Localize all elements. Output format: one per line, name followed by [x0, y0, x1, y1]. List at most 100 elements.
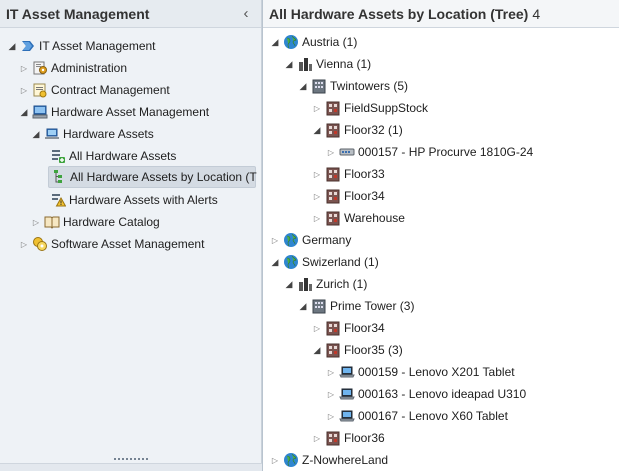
navigation-panel-header: IT Asset Management: [0, 0, 261, 28]
nav-item-hardware-asset-management[interactable]: ◢ Hardware Asset Management: [18, 101, 210, 123]
tree-node-label: 000163 - Lenovo ideapad U310: [358, 387, 527, 401]
tree-node-asset-000157[interactable]: ▷ 000157 - HP Procurve 1810G-24: [325, 141, 533, 163]
nav-item-all-hardware-assets[interactable]: All Hardware Assets: [50, 145, 176, 167]
navigation-panel-title: IT Asset Management: [6, 5, 150, 22]
tree-node-twintowers[interactable]: ◢ Twintowers (5): [297, 75, 408, 97]
room-icon: [325, 430, 341, 446]
tree-node-label: 000159 - Lenovo X201 Tablet: [358, 365, 515, 379]
nav-item-it-asset-management[interactable]: ◢ IT Asset Management: [6, 35, 156, 57]
collapsed-arrow-icon[interactable]: ▷: [311, 322, 323, 334]
expanded-arrow-icon[interactable]: ◢: [6, 40, 18, 52]
tree-node-floor36[interactable]: ▷ Floor36: [311, 427, 385, 449]
tree-node-label: Twintowers (5): [330, 79, 409, 93]
catalog-book-icon: [44, 214, 60, 230]
tree-node-austria[interactable]: ◢ Austria (1): [269, 31, 357, 53]
tree-node-germany[interactable]: ▷ Germany: [269, 229, 351, 251]
tree-node-label: Warehouse: [344, 211, 405, 225]
tree-node-asset-000167[interactable]: ▷ 000167 - Lenovo X60 Tablet: [325, 405, 508, 427]
room-icon: [325, 320, 341, 336]
tree-node-label: Floor33: [344, 167, 385, 181]
location-tree-title: All Hardware Assets by Location (Tree): [269, 5, 529, 22]
nav-item-hardware-assets-with-alerts[interactable]: Hardware Assets with Alerts: [50, 189, 218, 211]
tree-node-label: 000167 - Lenovo X60 Tablet: [358, 409, 508, 423]
collapsed-arrow-icon[interactable]: ▷: [18, 84, 30, 96]
laptop-icon: [339, 386, 355, 402]
expanded-arrow-icon[interactable]: ◢: [311, 124, 323, 136]
nav-item-label: Contract Management: [51, 83, 170, 97]
collapsed-arrow-icon[interactable]: ▷: [311, 102, 323, 114]
expanded-arrow-icon[interactable]: ◢: [311, 344, 323, 356]
collapsed-arrow-icon[interactable]: ▷: [18, 238, 30, 250]
tree-node-label: Floor34: [344, 189, 385, 203]
nav-item-label: Hardware Assets with Alerts: [69, 193, 218, 207]
tree-location-icon: [51, 169, 67, 185]
nav-item-hardware-assets[interactable]: ◢ Hardware Assets: [30, 123, 154, 145]
tree-node-label: Floor36: [344, 431, 385, 445]
building-icon: [311, 298, 327, 314]
collapsed-arrow-icon[interactable]: ▷: [311, 212, 323, 224]
tree-node-prime-tower[interactable]: ◢ Prime Tower (3): [297, 295, 414, 317]
tree-node-label: Swizerland (1): [302, 255, 379, 269]
collapsed-arrow-icon[interactable]: ▷: [30, 216, 42, 228]
hardware-assets-icon: [44, 126, 60, 142]
tree-node-vienna[interactable]: ◢ Vienna (1): [283, 53, 371, 75]
tree-node-floor34-prime[interactable]: ▷ Floor34: [311, 317, 385, 339]
collapsed-arrow-icon[interactable]: ▷: [18, 62, 30, 74]
nav-item-hardware-catalog[interactable]: ▷ Hardware Catalog: [30, 211, 160, 233]
tree-node-warehouse[interactable]: ▷ Warehouse: [311, 207, 405, 229]
collapsed-arrow-icon[interactable]: ▷: [311, 190, 323, 202]
tree-node-label: Vienna (1): [316, 57, 372, 71]
room-icon: [325, 122, 341, 138]
nav-item-label: All Hardware Assets by Location (T: [70, 170, 257, 184]
tree-node-floor33[interactable]: ▷ Floor33: [311, 163, 385, 185]
software-icon: [32, 236, 48, 252]
expanded-arrow-icon[interactable]: ◢: [269, 36, 281, 48]
expanded-arrow-icon[interactable]: ◢: [297, 300, 309, 312]
collapsed-arrow-icon[interactable]: ▷: [311, 168, 323, 180]
panel-resize-grip[interactable]: [113, 457, 149, 461]
globe-icon: [283, 34, 299, 50]
room-icon: [325, 210, 341, 226]
navigation-panel-footer: [0, 463, 262, 471]
tree-node-asset-000159[interactable]: ▷ 000159 - Lenovo X201 Tablet: [325, 361, 515, 383]
collapsed-arrow-icon[interactable]: ▷: [325, 410, 337, 422]
collapsed-arrow-icon[interactable]: ▷: [325, 146, 337, 158]
collapse-panel-button[interactable]: ‹: [239, 5, 253, 23]
collapsed-arrow-icon[interactable]: ▷: [269, 454, 281, 466]
tree-node-asset-000163[interactable]: ▷ 000163 - Lenovo ideapad U310: [325, 383, 526, 405]
tree-node-label: Prime Tower (3): [330, 299, 415, 313]
tree-node-label: FieldSuppStock: [344, 101, 429, 115]
tree-node-z-nowhereland[interactable]: ▷ Z-NowhereLand: [269, 449, 388, 471]
tree-node-swizerland[interactable]: ◢ Swizerland (1): [269, 251, 379, 273]
expanded-arrow-icon[interactable]: ◢: [18, 106, 30, 118]
collapsed-arrow-icon[interactable]: ▷: [325, 366, 337, 378]
it-asset-icon: [20, 38, 36, 54]
nav-item-label: Administration: [51, 61, 128, 75]
expanded-arrow-icon[interactable]: ◢: [283, 278, 295, 290]
expanded-arrow-icon[interactable]: ◢: [269, 256, 281, 268]
location-tree-count: 4: [532, 5, 541, 22]
nav-item-software-asset-management[interactable]: ▷ Software Asset Management: [18, 233, 204, 255]
expanded-arrow-icon[interactable]: ◢: [283, 58, 295, 70]
globe-icon: [283, 232, 299, 248]
tree-node-label: Z-NowhereLand: [302, 453, 389, 467]
globe-icon: [283, 452, 299, 468]
collapsed-arrow-icon[interactable]: ▷: [311, 432, 323, 444]
collapsed-arrow-icon[interactable]: ▷: [325, 388, 337, 400]
switch-icon: [339, 144, 355, 160]
nav-item-label: Hardware Catalog: [63, 215, 160, 229]
nav-item-label: IT Asset Management: [39, 39, 156, 53]
nav-item-all-hardware-assets-by-location[interactable]: All Hardware Assets by Location (T: [48, 166, 257, 188]
nav-item-contract-management[interactable]: ▷ Contract Management: [18, 79, 170, 101]
tree-node-zurich[interactable]: ◢ Zurich (1): [283, 273, 367, 295]
tree-node-floor34[interactable]: ▷ Floor34: [311, 185, 385, 207]
collapsed-arrow-icon[interactable]: ▷: [269, 234, 281, 246]
tree-node-floor35[interactable]: ◢ Floor35 (3): [311, 339, 403, 361]
nav-item-label: Hardware Asset Management: [51, 105, 210, 119]
expanded-arrow-icon[interactable]: ◢: [30, 128, 42, 140]
nav-item-administration[interactable]: ▷ Administration: [18, 57, 127, 79]
tree-node-floor32[interactable]: ◢ Floor32 (1): [311, 119, 403, 141]
globe-icon: [283, 254, 299, 270]
tree-node-fieldsuppstock[interactable]: ▷ FieldSuppStock: [311, 97, 428, 119]
expanded-arrow-icon[interactable]: ◢: [297, 80, 309, 92]
